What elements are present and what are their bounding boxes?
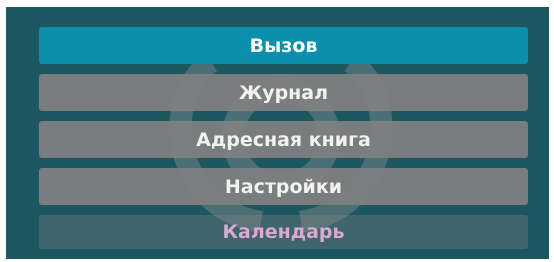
menu-item-label: Настройки [224,175,343,198]
menu-screen: Вызов Журнал Адресная книга Настройки Ка… [6,7,549,259]
menu-item-label: Адресная книга [196,128,371,151]
menu-item-calendar[interactable]: Календарь [39,215,528,249]
menu-item-address-book[interactable]: Адресная книга [39,121,528,158]
menu-item-call[interactable]: Вызов [39,27,528,64]
menu-item-label: Вызов [249,34,318,57]
menu-item-settings[interactable]: Настройки [39,168,528,205]
menu-item-label: Календарь [222,221,345,243]
menu-item-label: Журнал [238,81,329,104]
menu-item-journal[interactable]: Журнал [39,74,528,111]
main-menu: Вызов Журнал Адресная книга Настройки Ка… [39,27,528,259]
